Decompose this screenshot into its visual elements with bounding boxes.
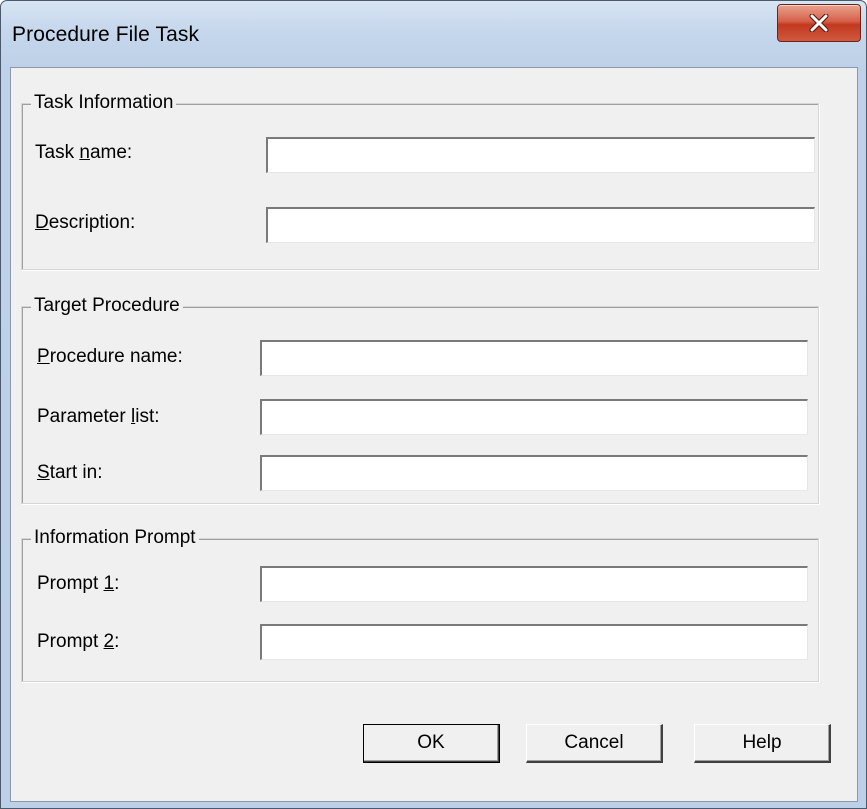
task-name-label: Task name: [35,142,133,163]
title-bar[interactable]: Procedure File Task [1,1,866,67]
description-input[interactable] [266,207,815,243]
information-prompt-group: Information Prompt Prompt 1: Prompt 2: [21,526,819,682]
ok-button[interactable]: OK [363,724,500,763]
window-title: Procedure File Task [12,23,200,46]
prompt-2-label: Prompt 2: [37,631,120,652]
prompt-1-input[interactable] [260,566,808,602]
dialog-client-area: Task Information Task name: Description:… [10,67,858,802]
task-name-input[interactable] [266,137,815,173]
description-label: Description: [35,212,136,233]
target-procedure-legend: Target Procedure [31,294,183,318]
start-in-input[interactable] [260,455,808,491]
task-information-group: Task Information Task name: Description: [21,91,819,270]
target-procedure-group: Target Procedure Procedure name: Paramet… [21,294,819,504]
prompt-2-input[interactable] [260,624,808,660]
help-button[interactable]: Help [694,724,831,763]
dialog-window: Procedure File Task Task Information Tas… [0,0,867,809]
start-in-label: Start in: [37,462,103,483]
close-button[interactable] [777,4,861,42]
close-icon [809,14,829,32]
task-information-legend: Task Information [31,91,177,115]
procedure-name-label: Procedure name: [37,346,183,367]
prompt-1-label: Prompt 1: [37,573,120,594]
information-prompt-legend: Information Prompt [31,526,199,550]
procedure-name-input[interactable] [260,340,808,376]
parameter-list-input[interactable] [260,399,808,435]
cancel-button[interactable]: Cancel [526,724,663,763]
parameter-list-label: Parameter list: [37,406,160,427]
